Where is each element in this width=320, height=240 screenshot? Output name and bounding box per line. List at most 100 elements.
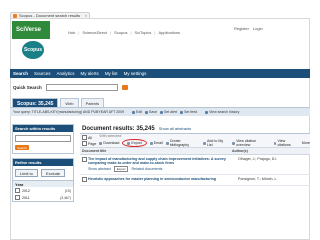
edit-icon [132, 110, 136, 114]
email-icon [149, 141, 153, 145]
register-link[interactable]: Register [234, 26, 249, 31]
save-icon [145, 110, 149, 114]
nav-analytics[interactable]: Analytics [57, 71, 75, 76]
chart-icon [232, 141, 236, 145]
query-text: Your query: TITLE-ABS-KEY(manufacturing)… [13, 110, 125, 114]
results-panel: Document results: 35,245 Show all abstra… [80, 124, 310, 240]
limit-to-button[interactable]: Limit to [15, 169, 38, 177]
quick-search-go-button[interactable] [121, 84, 128, 90]
top-link-scopus[interactable]: Scopus [114, 30, 127, 35]
email-label: Email [153, 141, 163, 145]
refine-heading: Refine results [13, 159, 73, 166]
save-query-button[interactable]: Save [145, 110, 157, 114]
edit-query-button[interactable]: Edit [132, 110, 142, 114]
year-checkbox[interactable] [15, 195, 20, 200]
view-citations-button[interactable]: View citations [273, 139, 299, 147]
nav-alerts[interactable]: My alerts [81, 71, 99, 76]
row-select[interactable] [82, 177, 87, 183]
results-toolbar: All Page With selected: Download Export … [80, 134, 310, 148]
rss-icon [180, 110, 184, 114]
select-page-label: Page [88, 141, 97, 146]
selected-action-row: Download Export Email Create bibliograph… [99, 139, 310, 147]
exclude-button[interactable]: Exclude [40, 169, 66, 177]
nav-my-list[interactable]: My list [105, 71, 118, 76]
login-link[interactable]: Login [253, 26, 263, 31]
quick-search-label: Quick Search [13, 84, 42, 90]
year-section-heading[interactable]: Year [13, 180, 73, 187]
top-link-hub[interactable]: Hub [68, 30, 75, 35]
row-select[interactable] [82, 157, 87, 172]
year-checkbox[interactable] [15, 188, 20, 193]
separator: | [130, 30, 132, 35]
year-label: 2012 [22, 188, 30, 193]
export-button[interactable]: Export [122, 139, 147, 147]
more-label: More [301, 141, 310, 145]
search-within-button[interactable]: Search [15, 145, 29, 150]
export-icon [127, 141, 131, 145]
download-label: Download [103, 141, 120, 145]
email-button[interactable]: Email [149, 141, 163, 145]
search-within-box: Search within results Search [12, 124, 74, 154]
logo[interactable]: SciVerse Scopus [12, 21, 64, 65]
alert-icon [160, 110, 164, 114]
results-title: Document results: 35,245 [82, 125, 155, 132]
nav-search[interactable]: Search [13, 71, 28, 76]
select-page-checkbox[interactable] [82, 141, 87, 146]
column-document-title[interactable]: Document title [82, 149, 232, 153]
document-title-link[interactable]: Heuristic approaches for master planning… [88, 177, 238, 181]
row-checkbox[interactable] [82, 157, 87, 162]
result-tabs: Scopus: 35,245 Web Patents [12, 98, 105, 108]
authors-cell[interactable]: Olhager, J.; Prajogo, D.I. [238, 157, 277, 172]
results-header: Document results: 35,245 Show all abstra… [80, 124, 310, 134]
top-link-scitopics[interactable]: SciTopics [135, 30, 152, 35]
year-filter-item[interactable]: 2012 (15) [13, 187, 73, 194]
column-authors[interactable]: Author(s) [232, 149, 248, 153]
document-title-link[interactable]: The impact of manufacturing and supply c… [88, 157, 238, 165]
set-alert-button[interactable]: Set alert [160, 110, 177, 114]
nav-settings[interactable]: My settings [124, 71, 147, 76]
select-options: All Page [82, 135, 96, 146]
sidebar: Search within results Search Refine resu… [12, 124, 74, 240]
row-checkbox[interactable] [82, 177, 87, 182]
scopus-favicon-icon [13, 13, 17, 18]
authors-cell[interactable]: Ponsignon, T.; Mönch, L. [238, 177, 278, 183]
citation-overview-button[interactable]: View citation overview [232, 139, 270, 147]
select-page[interactable]: Page [82, 141, 96, 146]
top-link-applications[interactable]: Applications [158, 30, 180, 35]
history-label: View search history [209, 110, 240, 114]
year-filter-item[interactable]: 2011 (3,467) [13, 194, 73, 201]
row-export-button[interactable]: Export [113, 166, 129, 172]
alert-label: Set alert [164, 110, 178, 114]
export-label: Export [131, 141, 142, 145]
nav-sources[interactable]: Sources [34, 71, 51, 76]
search-within-input[interactable] [15, 135, 71, 142]
select-all[interactable]: All [82, 135, 96, 140]
top-link-sciencedirect[interactable]: ScienceDirect [82, 30, 107, 35]
bibliography-button[interactable]: Create bibliography [165, 139, 200, 147]
query-actions: Edit Save Set alert Set feed [132, 110, 197, 114]
table-row: Heuristic approaches for master planning… [80, 175, 310, 186]
separator: | [110, 30, 112, 35]
download-button[interactable]: Download [99, 141, 119, 145]
main-nav: Search Sources Analytics My alerts My li… [10, 69, 310, 78]
history-icon [205, 110, 209, 114]
save-label: Save [149, 110, 158, 114]
refine-buttons: Limit to Exclude [13, 166, 73, 180]
quick-search-input[interactable] [45, 83, 118, 91]
separator: | [154, 30, 156, 35]
related-documents-link[interactable]: Related documents [131, 167, 162, 171]
bibliography-label: Create bibliography [169, 139, 190, 147]
select-all-checkbox[interactable] [82, 135, 87, 140]
year-label: 2011 [22, 195, 30, 200]
document-cell: The impact of manufacturing and supply c… [88, 157, 238, 172]
scopus-logo: Scopus [22, 41, 44, 59]
search-history-link[interactable]: View search history [205, 110, 239, 114]
more-button[interactable]: More [302, 141, 310, 145]
set-feed-button[interactable]: Set feed [180, 110, 197, 114]
show-abstract-link[interactable]: Show abstract [88, 167, 111, 171]
show-abstracts-link[interactable]: Show all abstracts [159, 126, 191, 131]
document-cell: Heuristic approaches for master planning… [88, 177, 238, 183]
sciverse-logo: SciVerse [12, 21, 50, 39]
add-list-label: Add to My List [207, 139, 224, 147]
add-to-list-button[interactable]: Add to My List [203, 139, 229, 147]
